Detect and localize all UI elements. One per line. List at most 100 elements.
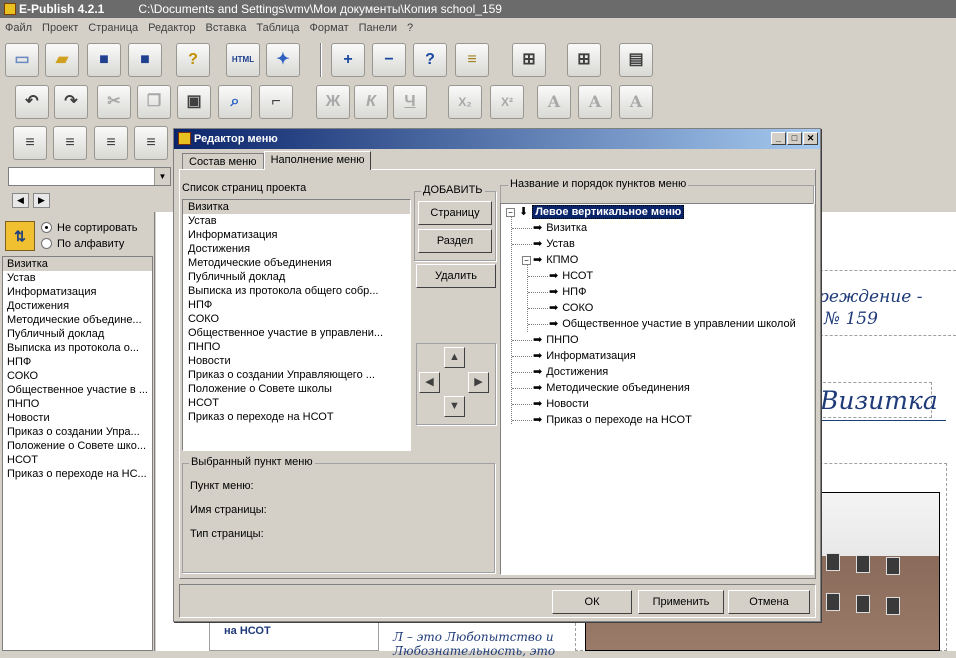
- add-page-button[interactable]: +: [331, 43, 365, 77]
- find-button[interactable]: ⌕: [218, 85, 252, 119]
- minimize-button[interactable]: _: [771, 132, 786, 145]
- list-item[interactable]: Устав: [183, 214, 410, 228]
- open-folder-button[interactable]: ▰: [45, 43, 79, 77]
- list-item[interactable]: Публичный доклад: [183, 270, 410, 284]
- sort-alpha-radio[interactable]: По алфавиту: [41, 238, 124, 250]
- chevron-down-icon[interactable]: ▼: [154, 168, 170, 185]
- move-left-button[interactable]: ◀: [419, 372, 440, 393]
- sort-none-radio[interactable]: Не сортировать: [41, 222, 138, 234]
- move-down-button[interactable]: ▼: [444, 396, 465, 417]
- tree-item[interactable]: ➡ Информатизация: [533, 348, 636, 364]
- tree-item[interactable]: ➡ НПФ: [549, 284, 586, 300]
- tree-item[interactable]: ➡ Достижения: [533, 364, 608, 380]
- tree-item[interactable]: ➡ Визитка: [533, 220, 587, 236]
- tab-menu-structure[interactable]: Состав меню: [182, 153, 264, 170]
- collapse-icon[interactable]: −: [506, 208, 515, 217]
- list-item[interactable]: Информатизация: [183, 228, 410, 242]
- insert-column-button[interactable]: ⊞: [567, 43, 601, 77]
- highlight-button[interactable]: A: [619, 85, 653, 119]
- menu-format[interactable]: Формат: [305, 22, 354, 34]
- list-item[interactable]: НПФ: [3, 355, 152, 369]
- format-brush-button[interactable]: ⌐: [259, 85, 293, 119]
- list-item[interactable]: Приказ о переходе на НСОТ: [183, 410, 410, 424]
- delete-button[interactable]: Удалить: [416, 264, 496, 288]
- list-item[interactable]: СОКО: [183, 312, 410, 326]
- remove-page-button[interactable]: −: [372, 43, 406, 77]
- list-item[interactable]: Методические объединения: [183, 256, 410, 270]
- paste-button[interactable]: ▣: [177, 85, 211, 119]
- menu-project[interactable]: Проект: [37, 22, 83, 34]
- list-item[interactable]: Публичный доклад: [3, 327, 152, 341]
- tree-item[interactable]: ➡ КПМО: [533, 252, 578, 268]
- menu-panels[interactable]: Панели: [354, 22, 402, 34]
- list-item[interactable]: Приказ о создании Управляющего ...: [183, 368, 410, 382]
- new-document-button[interactable]: ▭: [5, 43, 39, 77]
- add-page-button[interactable]: Страницу: [418, 201, 492, 225]
- list-item[interactable]: Общественное участие в ...: [3, 383, 152, 397]
- justify-button[interactable]: ≡: [134, 126, 168, 160]
- tab-menu-content[interactable]: Наполнение меню: [263, 151, 372, 170]
- menu-editor[interactable]: Редактор: [143, 22, 200, 34]
- list-item[interactable]: Выписка из протокола о...: [3, 341, 152, 355]
- list-item[interactable]: Методические объедине...: [3, 313, 152, 327]
- list-item[interactable]: ПНПО: [3, 397, 152, 411]
- list-item[interactable]: Информатизация: [3, 285, 152, 299]
- menu-page[interactable]: Страница: [83, 22, 143, 34]
- underline-button[interactable]: Ч: [393, 85, 427, 119]
- close-button[interactable]: ✕: [803, 132, 818, 145]
- collapse-icon[interactable]: −: [522, 256, 531, 265]
- list-item[interactable]: НПФ: [183, 298, 410, 312]
- cut-button[interactable]: ✂: [97, 85, 131, 119]
- list-item[interactable]: Положение о Совете школы: [183, 382, 410, 396]
- add-section-button[interactable]: Раздел: [418, 229, 492, 253]
- help-topics-button[interactable]: ?: [176, 43, 210, 77]
- align-center-button[interactable]: ≡: [53, 126, 87, 160]
- font-button[interactable]: A: [537, 85, 571, 119]
- tree-item[interactable]: ➡ ПНПО: [533, 332, 579, 348]
- italic-button[interactable]: К: [354, 85, 388, 119]
- redo-button[interactable]: ↷: [54, 85, 88, 119]
- list-item[interactable]: НСОТ: [183, 396, 410, 410]
- tree-item[interactable]: ➡ НСОТ: [549, 268, 593, 284]
- style-combo[interactable]: ▼: [8, 167, 171, 186]
- menu-insert[interactable]: Вставка: [201, 22, 252, 34]
- list-item[interactable]: Визитка: [183, 200, 410, 214]
- tree-item[interactable]: ➡ Общественное участие в управлении школо…: [549, 316, 796, 332]
- menu-help[interactable]: ?: [402, 22, 418, 34]
- list-item[interactable]: Новости: [183, 354, 410, 368]
- superscript-button[interactable]: X²: [490, 85, 524, 119]
- save-button[interactable]: ■: [87, 43, 121, 77]
- list-item[interactable]: Положение о Совете шко...: [3, 439, 152, 453]
- tree-item[interactable]: ➡ Приказ о переходе на НСОТ: [533, 412, 692, 428]
- save-all-button[interactable]: ■: [128, 43, 162, 77]
- menu-table[interactable]: Таблица: [251, 22, 304, 34]
- maximize-button[interactable]: □: [787, 132, 802, 145]
- tree-root[interactable]: ⬇ Левое вертикальное меню: [519, 204, 685, 220]
- move-right-button[interactable]: ▶: [468, 372, 489, 393]
- forward-arrow-button[interactable]: ▶: [33, 193, 50, 208]
- list-item[interactable]: СОКО: [3, 369, 152, 383]
- table-button[interactable]: ▤: [619, 43, 653, 77]
- tree-item[interactable]: ➡ СОКО: [549, 300, 593, 316]
- back-arrow-button[interactable]: ◀: [12, 193, 29, 208]
- list-item[interactable]: Достижения: [183, 242, 410, 256]
- align-left-button[interactable]: ≡: [13, 126, 47, 160]
- move-up-button[interactable]: ▲: [444, 347, 465, 368]
- list-item[interactable]: Визитка: [3, 257, 152, 271]
- tree-item[interactable]: ➡ Новости: [533, 396, 589, 412]
- insert-row-button[interactable]: ⊞: [512, 43, 546, 77]
- font-color-button[interactable]: A: [578, 85, 612, 119]
- tree-item[interactable]: ➡ Устав: [533, 236, 575, 252]
- question-button[interactable]: ?: [413, 43, 447, 77]
- list-item[interactable]: Приказ о переходе на НС...: [3, 467, 152, 481]
- list-item[interactable]: Выписка из протокола общего собр...: [183, 284, 410, 298]
- menu-file[interactable]: Файл: [0, 22, 37, 34]
- html-export-button[interactable]: HTML: [226, 43, 260, 77]
- list-item[interactable]: Общественное участие в управлени...: [183, 326, 410, 340]
- list-item[interactable]: Устав: [3, 271, 152, 285]
- list-item[interactable]: Достижения: [3, 299, 152, 313]
- list-item[interactable]: ПНПО: [183, 340, 410, 354]
- bold-button[interactable]: Ж: [316, 85, 350, 119]
- publish-button[interactable]: ✦: [266, 43, 300, 77]
- subscript-button[interactable]: X₂: [448, 85, 482, 119]
